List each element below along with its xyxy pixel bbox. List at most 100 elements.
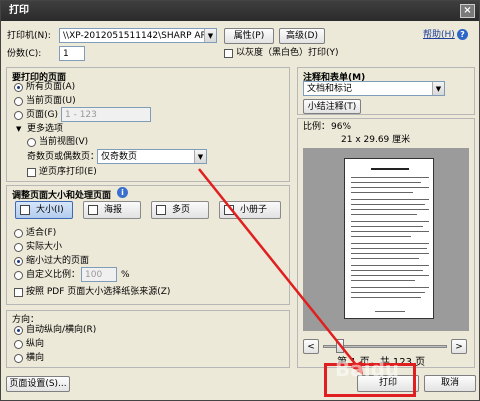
tool-multiple-label: 多页 (172, 205, 191, 215)
preview-page (344, 158, 434, 319)
tool-booklet-label: 小册子 (240, 205, 268, 215)
printer-select[interactable]: \\XP-2012051511142\SHARP AR-1808S ▼ (59, 28, 217, 43)
previous-page-button[interactable]: < (303, 339, 319, 354)
preview-text-line (351, 221, 429, 222)
preview-text-line (351, 243, 429, 244)
chevron-down-icon: ▼ (432, 82, 444, 95)
tool-multiple-button[interactable]: 多页 (151, 201, 209, 219)
chevron-down-icon: ▼ (194, 150, 206, 163)
preview-text-line (351, 287, 429, 288)
odd-even-label: 奇数页或偶数页： (27, 152, 100, 162)
page-slider-handle[interactable] (336, 339, 344, 353)
tool-size-button[interactable]: 大小(I) (15, 201, 73, 219)
actual-size-label: 实际大小 (26, 242, 63, 252)
portrait-label: 纵向 (26, 339, 45, 349)
preview-text-line (351, 253, 429, 254)
window-title: 打印 (9, 5, 29, 16)
shrink-oversized-label: 缩小过大的页面 (26, 256, 90, 266)
preview-text-line (351, 248, 427, 249)
preview-text-line (351, 275, 429, 276)
comments-select[interactable]: 文档和标记 ▼ (303, 81, 445, 96)
scale-label: 比例： (303, 122, 331, 132)
odd-even-value: 仅奇数页 (101, 152, 138, 162)
fit-label: 适合(F) (26, 228, 57, 238)
size-group-title: 调整页面大小和处理页面 (12, 191, 112, 201)
custom-scale-input[interactable]: 100 (81, 267, 117, 282)
page-range-value: 1 - 123 (65, 110, 97, 120)
custom-scale-radio[interactable] (14, 271, 23, 280)
preview-text-line (351, 204, 425, 205)
preview-canvas (303, 148, 469, 331)
pdf-paper-label: 按照 PDF 页面大小选择纸张来源(Z) (26, 287, 171, 297)
preview-text-line (351, 209, 429, 210)
chevron-down-icon: ▼ (204, 29, 216, 42)
pdf-paper-checkbox[interactable] (14, 288, 23, 297)
preview-footer-line (375, 311, 405, 312)
multiple-pages-icon (156, 205, 166, 215)
preview-heading-line (371, 168, 409, 170)
shrink-oversized-radio[interactable] (14, 257, 23, 266)
page-range-radio[interactable] (14, 111, 23, 120)
current-view-label: 当前视图(V) (39, 137, 89, 147)
copies-stepper[interactable]: 1 (59, 46, 85, 61)
orientation-group (6, 310, 290, 368)
preview-text-line (351, 231, 429, 232)
advanced-button[interactable]: 高级(D) (279, 28, 325, 44)
preview-text-line (351, 270, 423, 271)
summarize-comments-button[interactable]: 小结注释(T) (303, 99, 361, 114)
preview-text-line (351, 187, 429, 188)
preview-text-line (351, 192, 413, 193)
page-dimensions: 21 x 29.69 厘米 (341, 135, 411, 145)
preview-text-line (351, 265, 429, 266)
current-page-radio[interactable] (14, 97, 23, 106)
actual-size-radio[interactable] (14, 243, 23, 252)
preview-text-line (351, 236, 411, 237)
preview-text-line (351, 292, 425, 293)
page-setup-button[interactable]: 页面设置(S)... (6, 376, 70, 392)
grayscale-checkbox[interactable] (224, 49, 233, 58)
odd-even-select[interactable]: 仅奇数页 ▼ (97, 149, 207, 164)
landscape-label: 横向 (26, 353, 45, 363)
orientation-group-title: 方向： (12, 315, 40, 325)
booklet-icon (224, 205, 234, 215)
scale-value: 96% (331, 122, 352, 132)
auto-orientation-radio[interactable] (14, 326, 23, 335)
percent-label: % (121, 270, 130, 280)
print-dialog: 打印 × 打印机(N): \\XP-2012051511142\SHARP AR… (0, 0, 480, 401)
cancel-button[interactable]: 取消 (424, 375, 476, 392)
next-page-button[interactable]: > (451, 339, 467, 354)
more-options-label[interactable]: 更多选项 (27, 124, 63, 135)
help-icon[interactable]: ? (457, 29, 468, 40)
tool-booklet-button[interactable]: 小册子 (219, 201, 281, 219)
expand-arrow-icon[interactable]: ▼ (16, 124, 21, 135)
portrait-radio[interactable] (14, 340, 23, 349)
landscape-radio[interactable] (14, 354, 23, 363)
page-size-icon (20, 205, 30, 215)
copies-value: 1 (63, 49, 69, 59)
custom-scale-label: 自定义比例： (26, 270, 81, 280)
current-view-radio[interactable] (27, 138, 36, 147)
auto-orientation-label: 自动纵向/横向(R) (26, 325, 97, 335)
reverse-order-checkbox[interactable] (27, 168, 36, 177)
reverse-order-label: 逆页序打印(E) (39, 167, 97, 177)
copies-label: 份数(C): (7, 49, 42, 59)
preview-text-line (351, 297, 421, 298)
preview-text-line (351, 226, 423, 227)
tool-size-label: 大小(I) (36, 205, 64, 215)
info-icon[interactable]: i (117, 187, 128, 198)
help-link[interactable]: 帮助(H) (423, 30, 455, 41)
all-pages-label: 所有页面(A) (26, 82, 76, 92)
page-range-input[interactable]: 1 - 123 (61, 107, 151, 122)
poster-icon (88, 205, 98, 215)
fit-radio[interactable] (14, 229, 23, 238)
printer-label: 打印机(N): (7, 31, 51, 41)
comments-value: 文档和标记 (307, 84, 353, 94)
tool-poster-button[interactable]: 海报 (83, 201, 141, 219)
tool-poster-label: 海报 (104, 205, 123, 215)
printer-value: \\XP-2012051511142\SHARP AR-1808S (63, 31, 216, 41)
all-pages-radio[interactable] (14, 83, 23, 92)
close-icon[interactable]: × (460, 4, 475, 18)
preview-text-line (351, 199, 429, 200)
page-range-label: 页面(G) (26, 110, 58, 120)
properties-button[interactable]: 属性(P) (224, 28, 274, 44)
